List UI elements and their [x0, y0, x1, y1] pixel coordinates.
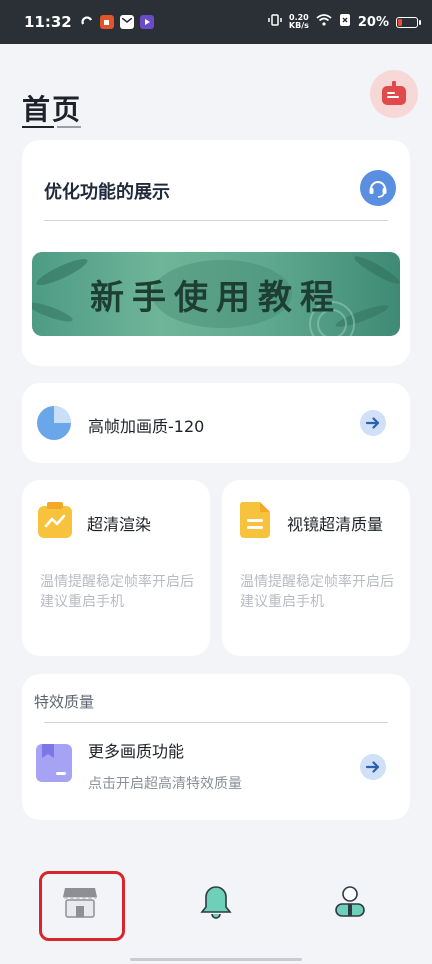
showcase-heading: 优化功能的展示	[44, 182, 170, 203]
feature-card-label: 视镜超清质量	[287, 515, 384, 534]
no-sim-icon	[339, 13, 351, 31]
pie-chart-icon	[37, 406, 71, 440]
play-icon	[139, 15, 154, 29]
effects-subtitle: 点击开启超高清特效质量	[88, 776, 242, 792]
nav-item-notifications[interactable]	[186, 872, 246, 932]
effects-arrow-button[interactable]	[360, 754, 386, 780]
headset-icon	[369, 181, 387, 198]
arrow-right-icon	[365, 417, 380, 429]
page-title: 首页	[22, 93, 83, 126]
home-indicator	[130, 958, 302, 961]
mail-icon	[119, 15, 134, 29]
effects-section-label: 特效质量	[34, 693, 95, 711]
app-badge-icon	[99, 15, 114, 29]
support-button[interactable]	[360, 170, 396, 206]
feature-card-render[interactable]: 超清渲染 温情提醒稳定帧率开启后建议重启手机	[22, 480, 210, 656]
robot-icon	[382, 81, 406, 105]
status-bar: 11:32 0.20 KB/s 20%	[0, 0, 432, 44]
chart-doc-icon	[38, 502, 72, 538]
feature-card-hint: 温情提醒稳定帧率开启后建议重启手机	[40, 574, 194, 610]
nav-item-profile[interactable]	[320, 872, 380, 932]
showcase-card: 优化功能的展示 新手使用教程	[22, 140, 410, 366]
wifi-icon	[316, 14, 332, 30]
feature-card-label: 超清渲染	[87, 515, 152, 534]
arrow-right-icon	[365, 761, 380, 773]
sync-icon	[80, 15, 94, 29]
bell-icon	[200, 886, 232, 919]
net-speed: 0.20 KB/s	[289, 14, 309, 30]
frame-rate-label: 高帧加画质-120	[88, 417, 205, 436]
store-icon	[63, 888, 97, 918]
profile-icon	[335, 886, 365, 917]
status-time: 11:32	[24, 13, 72, 31]
vibrate-icon	[268, 13, 282, 31]
effects-title: 更多画质功能	[88, 742, 185, 761]
effects-card: 特效质量 更多画质功能 点击开启超高清特效质量	[22, 674, 410, 820]
nav-item-store[interactable]	[50, 872, 110, 932]
showcase-divider	[44, 220, 388, 221]
document-icon	[239, 502, 270, 538]
frame-rate-arrow-button[interactable]	[360, 410, 386, 436]
title-underline-secondary	[57, 126, 81, 128]
feature-card-hint: 温情提醒稳定帧率开启后建议重启手机	[240, 574, 394, 610]
bookmark-box-icon	[36, 744, 72, 782]
battery-percent: 20%	[357, 14, 389, 30]
title-underline	[22, 126, 54, 128]
frame-rate-card[interactable]: 高帧加画质-120	[22, 383, 410, 463]
status-right: 0.20 KB/s 20%	[268, 13, 421, 31]
effects-divider	[44, 722, 388, 723]
feature-card-quality[interactable]: 视镜超清质量 温情提醒稳定帧率开启后建议重启手机	[222, 480, 410, 656]
battery-icon	[396, 16, 421, 28]
tutorial-banner[interactable]: 新手使用教程	[32, 252, 400, 336]
net-speed-unit: KB/s	[288, 21, 309, 30]
assistant-button[interactable]	[370, 70, 418, 118]
banner-text: 新手使用教程	[90, 277, 342, 318]
